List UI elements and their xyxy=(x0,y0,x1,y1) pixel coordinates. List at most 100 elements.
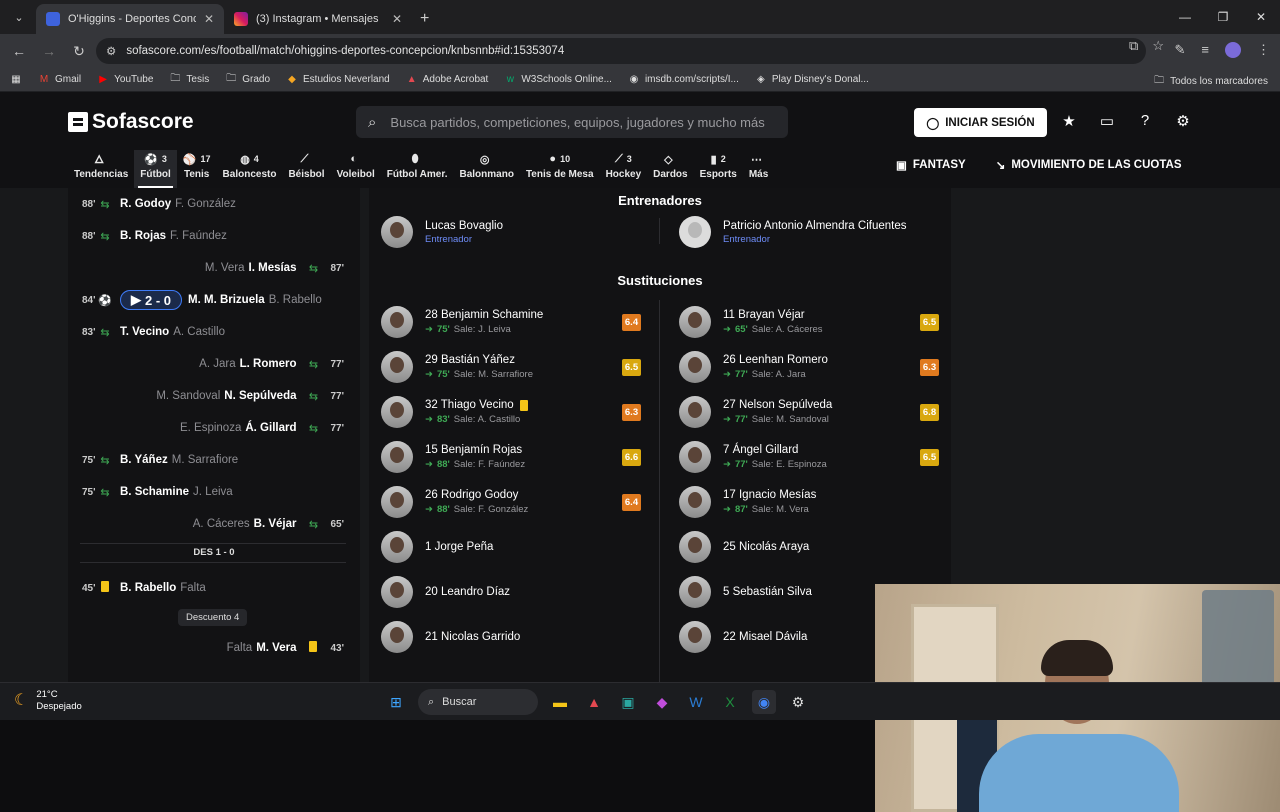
sport-tab-12[interactable]: ⋯ Más xyxy=(743,150,774,188)
timeline-event[interactable]: 75' ⇆ B. Schamine J. Leiva xyxy=(68,476,360,508)
word-icon[interactable]: W xyxy=(684,690,708,714)
substitute-player[interactable]: 25 Nicolás Araya xyxy=(679,531,939,563)
event-minute: 83' xyxy=(82,326,96,338)
login-button[interactable]: ◯ INICIAR SESIÓN xyxy=(914,108,1047,137)
substitute-player[interactable]: 15 Benjamín Rojas ➜ 88' Sale: F. Faúndez 6.6 xyxy=(381,441,641,473)
timeline-event[interactable]: E. Espinoza Á. Gillard ⇆ 77' xyxy=(68,412,360,444)
timeline-event[interactable]: 88' ⇆ R. Godoy F. González xyxy=(68,188,360,220)
back-icon[interactable]: ← xyxy=(4,43,34,59)
maximize-icon[interactable]: ❐ xyxy=(1204,0,1242,34)
bookmark-disney[interactable]: ◈ Play Disney's Donal... xyxy=(755,74,869,86)
tv-icon[interactable]: ▭ xyxy=(1098,112,1116,130)
sport-tab-1[interactable]: ⚽ 3 Fútbol xyxy=(134,150,177,188)
bookmark-star-icon[interactable]: ☆ xyxy=(1152,38,1164,54)
bookmark-tesis[interactable]: 🗀 Tesis xyxy=(169,73,209,86)
timeline-event[interactable]: 83' ⇆ T. Vecino A. Castillo xyxy=(68,316,360,348)
substitute-player[interactable]: 20 Leandro Díaz xyxy=(381,576,641,608)
extensions-icon[interactable]: ✎ xyxy=(1175,42,1186,58)
chrome-icon[interactable]: ◉ xyxy=(752,690,776,714)
media-icon[interactable]: ≡ xyxy=(1201,42,1209,58)
bookmark-imsdb[interactable]: ◉ imsdb.com/scripts/I... xyxy=(628,74,739,86)
browser-tab-sofascore[interactable]: O'Higgins - Deportes Concepción ✕ xyxy=(36,4,224,34)
weather-widget[interactable]: ☾ 21°C Despejado xyxy=(14,689,82,713)
profile-avatar-icon[interactable] xyxy=(1225,42,1241,58)
odds-movement-link[interactable]: ↘ MOVIMIENTO DE LAS CUOTAS xyxy=(996,158,1182,172)
start-icon[interactable]: ⊞ xyxy=(384,690,408,714)
all-bookmarks-button[interactable]: 🗀 Todos los marcadores xyxy=(1154,73,1268,90)
minimize-icon[interactable]: — xyxy=(1166,0,1204,34)
sub-minute: 88' xyxy=(436,459,450,470)
tab-search-button[interactable]: ⌄ xyxy=(6,4,32,30)
close-window-icon[interactable]: ✕ xyxy=(1242,0,1280,34)
goal-replay-button[interactable]: ▶ 2 - 0 xyxy=(120,290,183,310)
favorites-star-icon[interactable]: ★ xyxy=(1060,112,1078,130)
sofascore-logo[interactable]: Sofascore xyxy=(68,110,194,134)
sport-tab-3[interactable]: ◍ 4 Baloncesto xyxy=(217,150,283,188)
timeline-event[interactable]: 45' B. Rabello Falta xyxy=(68,572,360,604)
timeline-event[interactable]: Falta M. Vera 43' xyxy=(68,632,360,664)
substitute-player[interactable]: 7 Ángel Gillard ➜ 77' Sale: E. Espinoza 6.5 xyxy=(679,441,939,473)
url-field[interactable]: ⚙ sofascore.com/es/football/match/ohiggi… xyxy=(96,38,1146,64)
substitute-player[interactable]: 28 Benjamin Schamine ➜ 75' Sale: J. Leiva 6.… xyxy=(381,306,641,338)
bookmark-grado[interactable]: 🗀 Grado xyxy=(225,73,270,86)
close-tab-icon[interactable]: ✕ xyxy=(392,12,402,26)
install-app-icon[interactable]: ⧉ xyxy=(1129,38,1138,54)
browser-tab-instagram[interactable]: (3) Instagram • Mensajes ✕ xyxy=(224,4,412,34)
new-tab-icon[interactable]: + xyxy=(420,10,429,28)
coach-away[interactable]: Patricio Antonio Almendra Cifuentes Entre… xyxy=(679,216,906,248)
browser-menu-icon[interactable]: ⋮ xyxy=(1257,42,1270,58)
sport-tab-4[interactable]: ⟋ Béisbol xyxy=(282,150,330,188)
fantasy-link[interactable]: ▣ FANTASY xyxy=(896,158,966,172)
forward-icon[interactable]: → xyxy=(34,43,64,59)
sport-label: Balonmano xyxy=(459,169,514,180)
bookmark-neverland[interactable]: ◆ Estudios Neverland xyxy=(286,74,390,86)
substitute-player[interactable]: 21 Nicolas Garrido xyxy=(381,621,641,653)
sport-tab-9[interactable]: ⟋ 3 Hockey xyxy=(600,150,648,188)
timeline-event[interactable]: A. Cáceres B. Véjar ⇆ 65' xyxy=(68,508,360,540)
taskbar-search[interactable]: ⌕ Buscar xyxy=(418,689,538,715)
reload-icon[interactable]: ↻ xyxy=(64,43,94,60)
copilot-icon[interactable]: ◆ xyxy=(650,690,674,714)
timeline-event[interactable]: M. Sandoval N. Sepúlveda ⇆ 77' xyxy=(68,380,360,412)
substitute-player[interactable]: 26 Leenhan Romero ➜ 77' Sale: A. Jara 6.3 xyxy=(679,351,939,383)
all-bookmarks-label: Todos los marcadores xyxy=(1170,76,1268,87)
bookmark-youtube[interactable]: ▶ YouTube xyxy=(97,74,153,86)
acrobat-icon[interactable]: ▲ xyxy=(582,690,606,714)
timeline-event[interactable]: 84' ⚽ ▶ 2 - 0 M. M. Brizuela B. Rabello xyxy=(68,284,360,316)
excel-icon[interactable]: X xyxy=(718,690,742,714)
sub-in-arrow-icon: ➜ xyxy=(425,459,433,470)
substitute-player[interactable]: 29 Bastián Yáñez ➜ 75' Sale: M. Sarrafiore 6… xyxy=(381,351,641,383)
sport-tab-10[interactable]: ◇ Dardos xyxy=(647,150,693,188)
sport-tab-5[interactable]: ◐ Voleibol xyxy=(331,150,381,188)
bookmark-adobe[interactable]: ▲ Adobe Acrobat xyxy=(406,74,489,86)
sport-tab-8[interactable]: ● 10 Tenis de Mesa xyxy=(520,150,600,188)
sport-tab-0[interactable]: 🜂 Tendencias xyxy=(68,150,134,188)
settings-gear-icon[interactable]: ⚙ xyxy=(1174,112,1192,130)
file-explorer-icon[interactable]: ▬ xyxy=(548,690,572,714)
substitute-player[interactable]: 26 Rodrigo Godoy ➜ 88' Sale: F. González 6.4 xyxy=(381,486,641,518)
sport-tab-11[interactable]: ▮ 2 Esports xyxy=(694,150,743,188)
site-search-input[interactable]: ⌕ Busca partidos, competiciones, equipos… xyxy=(356,106,788,138)
timeline-event[interactable]: M. Vera I. Mesías ⇆ 87' xyxy=(68,252,360,284)
site-info-icon[interactable]: ⚙ xyxy=(106,44,116,58)
timeline-event[interactable]: A. Jara L. Romero ⇆ 77' xyxy=(68,348,360,380)
timeline-event[interactable]: 88' ⇆ B. Rojas F. Faúndez xyxy=(68,220,360,252)
bookmark-w3schools[interactable]: w W3Schools Online... xyxy=(504,74,612,86)
settings-icon[interactable]: ⚙ xyxy=(786,690,810,714)
help-icon[interactable]: ? xyxy=(1136,112,1154,130)
substitute-player[interactable]: 17 Ignacio Mesías ➜ 87' Sale: M. Vera xyxy=(679,486,939,518)
substitute-player[interactable]: 27 Nelson Sepúlveda ➜ 77' Sale: M. Sandoval… xyxy=(679,396,939,428)
bookmark-gmail[interactable]: M Gmail xyxy=(38,74,81,86)
close-tab-icon[interactable]: ✕ xyxy=(204,12,214,26)
store-icon[interactable]: ▣ xyxy=(616,690,640,714)
sport-tab-6[interactable]: ⬮ Fútbol Amer. xyxy=(381,150,454,188)
timeline-event[interactable]: 75' ⇆ B. Yáñez M. Sarrafiore xyxy=(68,444,360,476)
sport-tab-7[interactable]: ◎ Balonmano xyxy=(453,150,519,188)
apps-icon[interactable]: ▦ xyxy=(10,74,22,86)
substitute-player[interactable]: 1 Jorge Peña xyxy=(381,531,641,563)
substitute-player[interactable]: 32 Thiago Vecino ➜ 83' Sale: A. Castillo 6.3 xyxy=(381,396,641,428)
event-minute: 84' xyxy=(82,294,96,306)
substitute-player[interactable]: 11 Brayan Véjar ➜ 65' Sale: A. Cáceres 6.5 xyxy=(679,306,939,338)
coach-home[interactable]: Lucas Bovaglio Entrenador xyxy=(381,216,503,248)
sport-tab-2[interactable]: ⚾ 17 Tenis xyxy=(177,150,217,188)
